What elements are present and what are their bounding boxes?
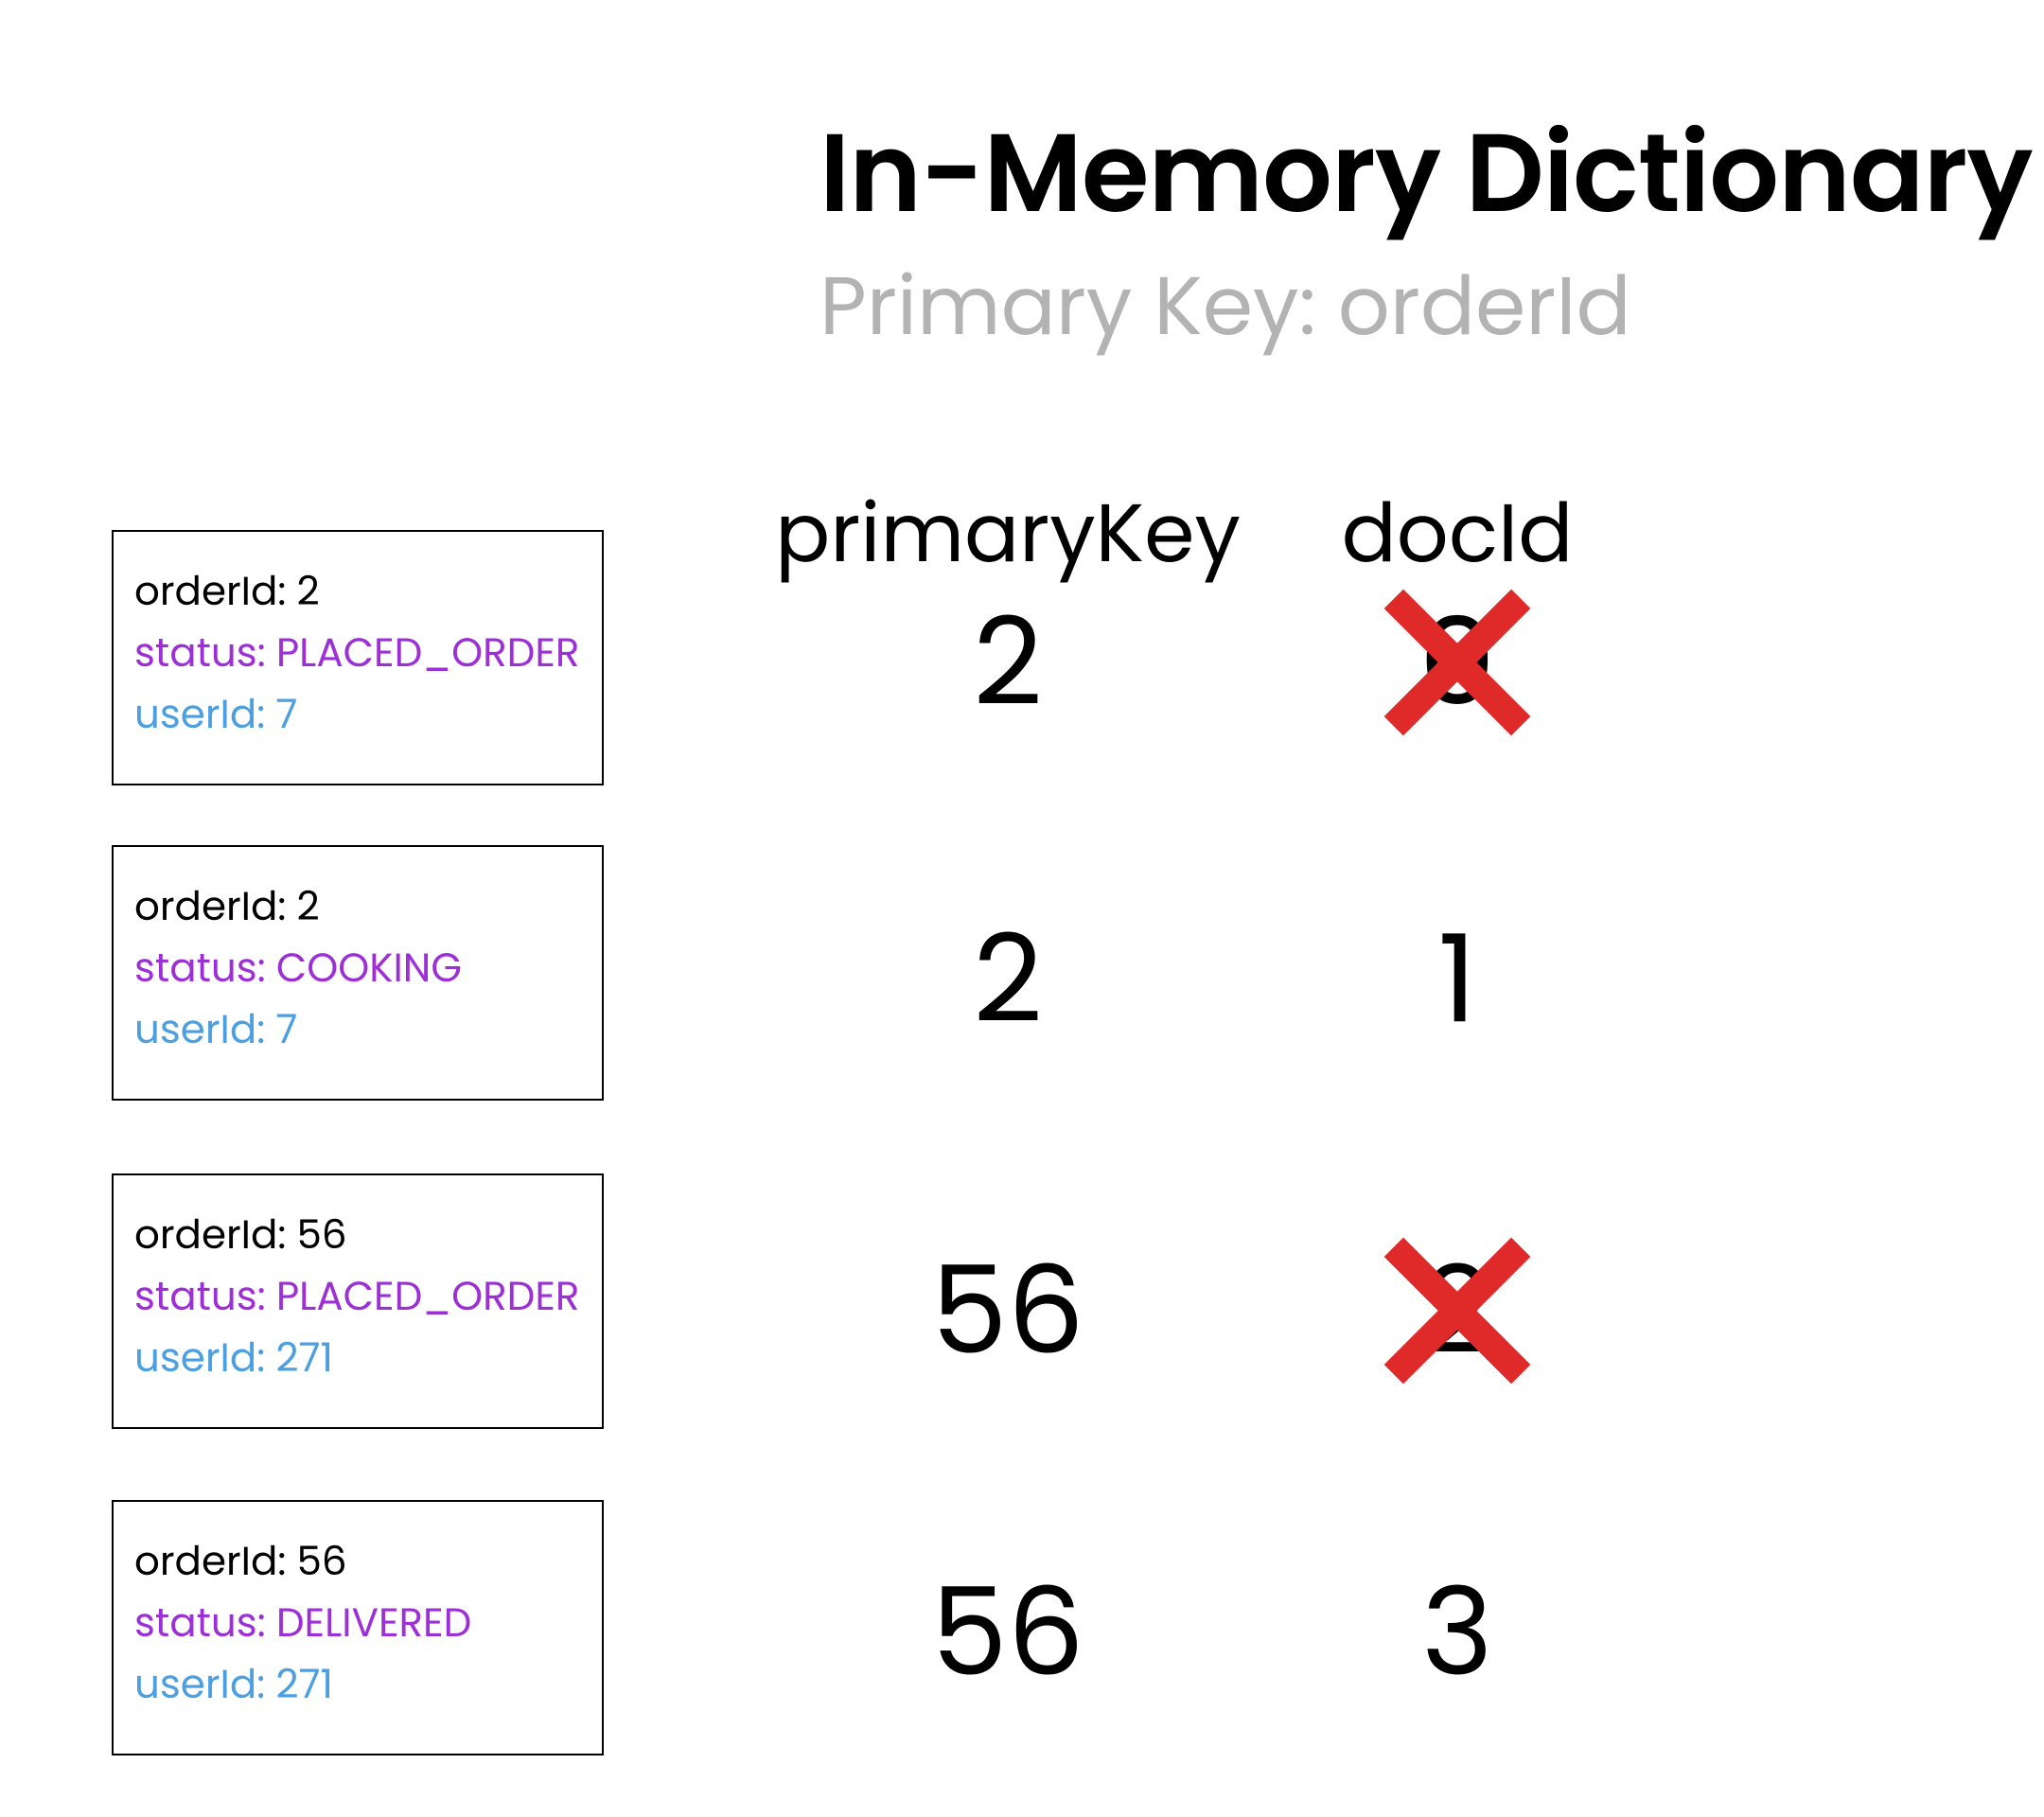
card-field-status: status: PLACED_ORDER <box>134 622 581 683</box>
cell-primarykey: 2 <box>973 572 1043 753</box>
document-card: orderId: 56status: PLACED_ORDERuserId: 2… <box>112 1173 604 1429</box>
card-field-status: status: PLACED_ORDER <box>134 1265 581 1327</box>
card-field-orderid: orderId: 56 <box>134 1204 581 1265</box>
card-field-orderid: orderId: 2 <box>134 560 581 622</box>
page-subtitle: Primary Key: orderId <box>819 246 1631 368</box>
cell-docid: 1 <box>1438 889 1477 1070</box>
document-card: orderId: 2status: PLACED_ORDERuserId: 7 <box>112 530 604 785</box>
document-card: orderId: 2status: COOKINGuserId: 7 <box>112 845 604 1101</box>
cell-primarykey: 56 <box>931 1220 1084 1402</box>
card-field-userid: userId: 7 <box>134 998 581 1060</box>
cell-docid: 3 <box>1421 1542 1492 1723</box>
cell-docid: 0 <box>1419 572 1495 753</box>
card-field-userid: userId: 7 <box>134 683 581 745</box>
card-field-orderid: orderId: 56 <box>134 1530 581 1592</box>
card-field-userid: userId: 271 <box>134 1653 581 1715</box>
card-field-status: status: COOKING <box>134 937 581 998</box>
card-field-orderid: orderId: 2 <box>134 875 581 937</box>
cell-primarykey: 56 <box>931 1542 1084 1723</box>
document-card: orderId: 56status: DELIVEREDuserId: 271 <box>112 1500 604 1755</box>
card-field-status: status: DELIVERED <box>134 1592 581 1653</box>
page-title: In-Memory Dictionary <box>819 90 2033 256</box>
card-field-userid: userId: 271 <box>134 1327 581 1388</box>
cell-primarykey: 2 <box>973 889 1043 1070</box>
cell-docid: 2 <box>1422 1220 1492 1402</box>
